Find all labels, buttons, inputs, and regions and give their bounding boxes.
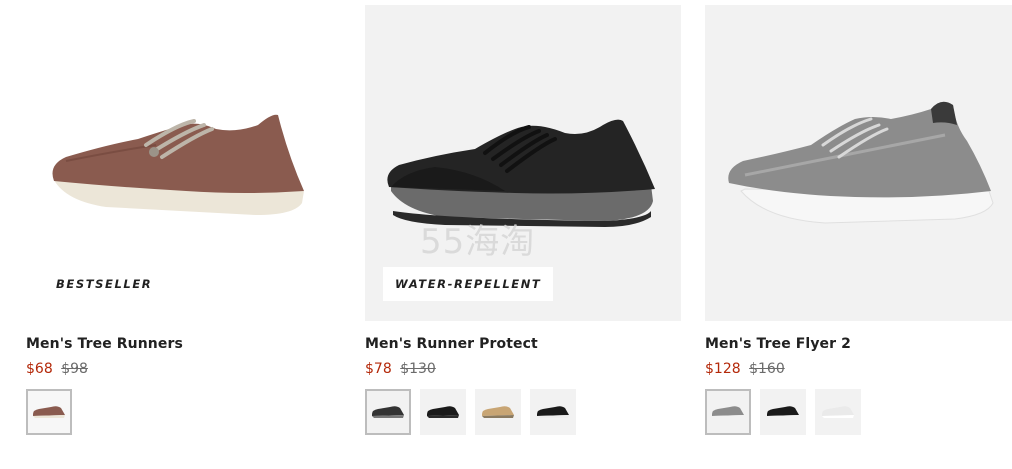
swatch-white[interactable] (815, 389, 861, 435)
price-row: $68 $98 (26, 361, 342, 377)
price-now: $78 (365, 361, 392, 377)
price-was: $130 (400, 361, 436, 377)
swatch-grey[interactable] (705, 389, 751, 435)
shoe-image-grey-flyer (728, 101, 994, 224)
shoe-thumbnail (33, 406, 65, 418)
price-now: $128 (705, 361, 741, 377)
badge: WATER-REPELLENT (383, 267, 554, 301)
product-title[interactable]: Men's Runner Protect (365, 336, 681, 352)
shoe-thumbnail (537, 406, 569, 418)
color-swatches (705, 389, 1012, 435)
product-card-tree-runners[interactable]: BESTSELLER Men's Tree Runners $68 $98 (26, 5, 342, 435)
color-swatches (365, 389, 681, 435)
shoe-thumbnail (427, 406, 459, 418)
swatch-black[interactable] (760, 389, 806, 435)
swatch-tan[interactable] (475, 389, 521, 435)
product-image[interactable] (705, 5, 1012, 321)
product-card-tree-flyer-2[interactable]: Men's Tree Flyer 2 $128 $160 (705, 5, 1012, 435)
badge: BESTSELLER (56, 277, 153, 291)
product-image[interactable]: WATER-REPELLENT (365, 5, 681, 321)
shoe-thumbnail (822, 406, 854, 418)
watermark: 55海淘 (420, 222, 536, 262)
swatch-black[interactable] (420, 389, 466, 435)
shoe-thumbnail (767, 406, 799, 418)
shoe-thumbnail (372, 406, 404, 418)
shoe-thumbnail (482, 406, 514, 418)
product-title[interactable]: Men's Tree Runners (26, 336, 342, 352)
price-was: $160 (749, 361, 785, 377)
swatch-brown[interactable] (26, 389, 72, 435)
swatch-black-white-sole[interactable] (530, 389, 576, 435)
product-image[interactable]: BESTSELLER (26, 5, 342, 321)
color-swatches (26, 389, 342, 435)
swatch-dark-grey[interactable] (365, 389, 411, 435)
price-now: $68 (26, 361, 53, 377)
price-was: $98 (61, 361, 88, 377)
product-title[interactable]: Men's Tree Flyer 2 (705, 336, 1012, 352)
shoe-thumbnail (712, 406, 744, 418)
price-row: $128 $160 (705, 361, 1012, 377)
price-row: $78 $130 (365, 361, 681, 377)
